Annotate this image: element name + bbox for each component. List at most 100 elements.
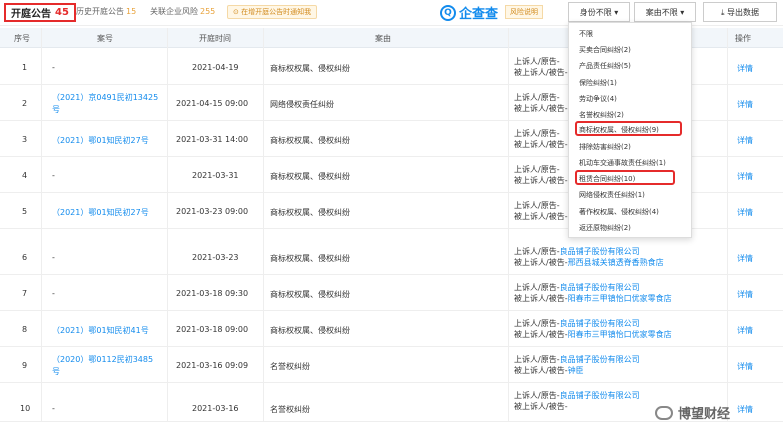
detail-link[interactable]: 详情 <box>737 325 753 336</box>
defendant-name[interactable]: 钟臣 <box>568 366 584 375</box>
hearing-time: 2021-03-18 09:30 <box>176 289 249 298</box>
defendant-name[interactable]: 阳春市三甲镇怡口优家零食店 <box>568 294 672 303</box>
menu-item[interactable]: 名誉权纠纷(2) <box>579 110 624 120</box>
row-index: 1 <box>22 63 28 72</box>
menu-item[interactable]: 劳动争议(4) <box>579 94 617 104</box>
menu-item[interactable]: 产品责任纠纷(5) <box>579 61 631 71</box>
row-index: 7 <box>22 289 28 298</box>
notify-button[interactable]: ⊙ 在增开庭公告时通知我 <box>227 5 318 19</box>
menu-item[interactable]: 排除妨害纠纷(2) <box>579 142 631 152</box>
menu-item[interactable]: 机动车交通事故责任纠纷(1) <box>579 158 666 168</box>
col-index: 序号 <box>14 34 30 43</box>
row-index: 5 <box>22 207 28 216</box>
case-cause: 商标权权属、侵权纠纷 <box>270 208 350 217</box>
parties: 上诉人/原告- 被上诉人/被告- <box>514 56 568 78</box>
col-case-number: 案号 <box>97 34 113 43</box>
hearing-time: 2021-03-23 <box>192 253 239 262</box>
menu-item[interactable]: 租赁合同纠纷(10) <box>579 174 635 184</box>
row-index: 4 <box>22 171 28 180</box>
menu-item[interactable]: 商标权权属、侵权纠纷(9) <box>579 125 659 135</box>
menu-item[interactable]: 著作权权属、侵权纠纷(4) <box>579 207 659 217</box>
defendant-label: 被上诉人/被告- <box>514 104 568 113</box>
defendant-label: 被上诉人/被告- <box>514 402 568 411</box>
parties: 上诉人/原告- 被上诉人/被告- <box>514 92 568 114</box>
case-cause: 名誉权纠纷 <box>270 362 310 371</box>
plaintiff-name[interactable]: 良品铺子股份有限公司 <box>560 319 640 328</box>
case-cause: 商标权权属、侵权纠纷 <box>270 326 350 335</box>
export-data-button[interactable]: ⤓ 导出数据 <box>703 2 777 22</box>
detail-link[interactable]: 详情 <box>737 99 753 110</box>
hearing-time: 2021-04-15 09:00 <box>176 99 249 108</box>
defendant-label: 被上诉人/被告- <box>514 212 568 221</box>
table-row: 9 （2020）鄂0112民初3485号 2021-03-16 09:09 名誉… <box>0 348 783 383</box>
case-number: - <box>52 171 55 180</box>
defendant-label: 被上诉人/被告- <box>514 258 568 267</box>
watermark-text: 博望财经 <box>678 407 731 422</box>
cause-filter-menu: 不限 买卖合同纠纷(2) 产品责任纠纷(5) 保险纠纷(1) 劳动争议(4) 名… <box>568 22 692 238</box>
hearing-time: 2021-03-23 09:00 <box>176 207 249 216</box>
detail-link[interactable]: 详情 <box>737 171 753 182</box>
menu-item[interactable]: 保险纠纷(1) <box>579 78 617 88</box>
logo-icon: Q <box>440 4 456 21</box>
hearing-time: 2021-03-18 09:00 <box>176 325 249 334</box>
case-cause: 商标权权属、侵权纠纷 <box>270 136 350 145</box>
col-cause: 案由 <box>375 34 391 43</box>
row-index: 2 <box>22 99 28 108</box>
logo-text: 企查查 <box>459 7 499 22</box>
tab-court-notice[interactable]: 开庭公告 45 <box>4 3 76 22</box>
plaintiff-label: 上诉人/原告- <box>514 201 560 210</box>
tab-related-label: 关联企业风险 <box>150 7 198 16</box>
cause-filter-dropdown[interactable]: 案由不限 ▾ <box>634 2 696 22</box>
case-number-link[interactable]: （2021）京0491民初13425号 <box>52 92 164 116</box>
detail-link[interactable]: 详情 <box>737 135 753 146</box>
case-number: - <box>52 289 55 298</box>
parties: 上诉人/原告-良品铺子股份有限公司 被上诉人/被告-阳春市三甲镇怡口优家零食店 <box>514 282 672 304</box>
detail-link[interactable]: 详情 <box>737 207 753 218</box>
plaintiff-name[interactable]: 良品铺子股份有限公司 <box>560 355 640 364</box>
hearing-time: 2021-03-16 09:09 <box>176 361 249 370</box>
hearing-time: 2021-03-31 <box>192 171 239 180</box>
plaintiff-label: 上诉人/原告- <box>514 355 560 364</box>
identity-filter-dropdown[interactable]: 身份不限 ▾ <box>568 2 630 22</box>
detail-link[interactable]: 详情 <box>737 63 753 74</box>
detail-link[interactable]: 详情 <box>737 289 753 300</box>
defendant-name[interactable]: 阳春市三甲镇怡口优家零食店 <box>568 330 672 339</box>
hearing-time: 2021-03-31 14:00 <box>176 135 249 144</box>
menu-item[interactable]: 不限 <box>579 29 593 39</box>
detail-link[interactable]: 详情 <box>737 404 753 415</box>
case-cause: 网络侵权责任纠纷 <box>270 100 334 109</box>
parties: 上诉人/原告-良品铺子股份有限公司 被上诉人/被告-阳春市三甲镇怡口优家零食店 <box>514 318 672 340</box>
case-number-link[interactable]: （2021）鄂01知民初41号 <box>52 325 149 337</box>
defendant-name[interactable]: 邢西县城关镇透脊香熟食店 <box>568 258 664 267</box>
row-index: 6 <box>22 253 28 262</box>
plaintiff-name[interactable]: 良品铺子股份有限公司 <box>560 391 640 400</box>
case-number-link[interactable]: （2021）鄂01知民初27号 <box>52 207 149 219</box>
defendant-label: 被上诉人/被告- <box>514 330 568 339</box>
tab-related-risk[interactable]: 关联企业风险 255 <box>150 6 215 17</box>
defendant-label: 被上诉人/被告- <box>514 140 568 149</box>
hearing-time: 2021-03-16 <box>192 404 239 413</box>
case-cause: 商标权权属、侵权纠纷 <box>270 172 350 181</box>
menu-item[interactable]: 网络侵权责任纠纷(1) <box>579 190 645 200</box>
menu-item[interactable]: 返还原物纠纷(2) <box>579 223 631 233</box>
case-cause: 名誉权纠纷 <box>270 405 310 414</box>
menu-item[interactable]: 买卖合同纠纷(2) <box>579 45 631 55</box>
case-number-link[interactable]: （2021）鄂01知民初27号 <box>52 135 149 147</box>
case-number-link[interactable]: （2020）鄂0112民初3485号 <box>52 354 160 378</box>
plaintiff-label: 上诉人/原告- <box>514 93 560 102</box>
case-cause: 商标权权属、侵权纠纷 <box>270 64 350 73</box>
tab-history-notice[interactable]: 历史开庭公告 15 <box>76 6 136 17</box>
tab-history-count: 15 <box>126 7 137 16</box>
tab-history-label: 历史开庭公告 <box>76 7 124 16</box>
parties: 上诉人/原告-良品铺子股份有限公司 被上诉人/被告-邢西县城关镇透脊香熟食店 <box>514 246 664 268</box>
case-cause: 商标权权属、侵权纠纷 <box>270 254 350 263</box>
plaintiff-label: 上诉人/原告- <box>514 391 560 400</box>
plaintiff-name[interactable]: 良品铺子股份有限公司 <box>560 247 640 256</box>
defendant-label: 被上诉人/被告- <box>514 176 568 185</box>
defendant-label: 被上诉人/被告- <box>514 366 568 375</box>
plaintiff-name[interactable]: 良品铺子股份有限公司 <box>560 283 640 292</box>
col-hearing-time: 开庭时间 <box>199 34 231 43</box>
detail-link[interactable]: 详情 <box>737 361 753 372</box>
detail-link[interactable]: 详情 <box>737 253 753 264</box>
risk-explanation-button[interactable]: 风险说明 <box>505 5 543 19</box>
